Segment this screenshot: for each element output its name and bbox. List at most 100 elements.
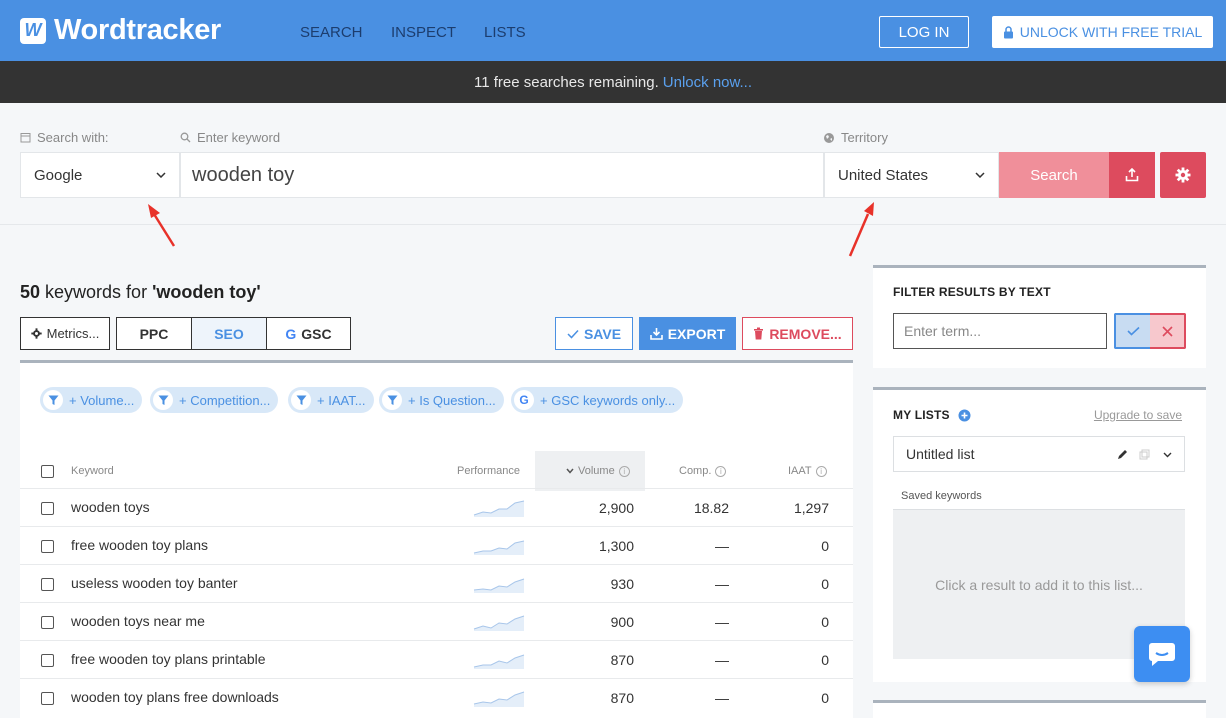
chat-widget-button[interactable] [1134, 626, 1190, 682]
sparkline [473, 615, 525, 631]
table-row[interactable]: free wooden toy plans 1,300 — 0 [20, 526, 853, 564]
google-icon: G [514, 390, 534, 410]
filter-panel: FILTER RESULTS BY TEXT Enter term... [873, 265, 1206, 368]
info-icon[interactable]: i [618, 465, 630, 477]
search-icon [180, 132, 191, 143]
share-button[interactable] [1109, 152, 1155, 198]
row-keyword[interactable]: useless wooden toy banter [71, 575, 238, 591]
row-iaat: 0 [821, 538, 829, 554]
export-button[interactable]: EXPORT [639, 317, 736, 350]
territory-select[interactable]: United States [824, 152, 999, 198]
row-keyword[interactable]: wooden toy plans free downloads [71, 689, 279, 705]
filter-chip-gsc[interactable]: G + GSC keywords only... [511, 387, 684, 413]
row-volume: 1,300 [598, 538, 634, 554]
unlock-now-link[interactable]: Unlock now... [663, 74, 752, 91]
row-iaat: 0 [821, 652, 829, 668]
filter-chip-volume[interactable]: + Volume... [40, 387, 143, 413]
results-heading: 50 keywords for 'wooden toy' [20, 282, 261, 302]
remove-button[interactable]: REMOVE... [742, 317, 853, 350]
filter-term-input[interactable]: Enter term... [893, 313, 1107, 349]
clear-filter-button[interactable] [1150, 313, 1186, 349]
lock-icon [1003, 25, 1013, 38]
nav-search[interactable]: SEARCH [300, 24, 363, 41]
metrics-button[interactable]: Metrics... [20, 317, 110, 350]
gear-icon [1175, 167, 1191, 183]
row-volume: 870 [610, 690, 634, 706]
calendar-icon [20, 133, 31, 143]
row-checkbox[interactable] [41, 502, 54, 515]
table-row[interactable]: useless wooden toy banter 930 — 0 [20, 564, 853, 602]
keyword-label: Enter keyword [180, 130, 280, 145]
col-keyword[interactable]: Keyword [71, 465, 114, 477]
col-comp[interactable]: Comp. i [679, 465, 727, 477]
filter-chip-is-question[interactable]: + Is Question... [379, 387, 504, 413]
filter-icon [291, 390, 311, 410]
sparkline [473, 540, 525, 555]
row-volume: 870 [610, 652, 634, 668]
nav-lists[interactable]: LISTS [484, 24, 526, 41]
sparkline [473, 500, 525, 517]
search-button[interactable]: Search [999, 152, 1109, 198]
row-volume: 2,900 [598, 500, 634, 516]
row-checkbox[interactable] [41, 540, 54, 553]
sort-down-icon [566, 468, 574, 474]
table-row[interactable]: wooden toys near me 900 — 0 [20, 602, 853, 640]
unlock-trial-button[interactable]: UNLOCK WITH FREE TRIAL [992, 16, 1213, 48]
select-all-checkbox[interactable] [41, 465, 54, 478]
tab-gsc[interactable]: G GSC [266, 317, 351, 350]
col-volume[interactable]: Volume i [566, 465, 630, 477]
annotation-arrow-engine [148, 204, 176, 247]
row-iaat: 0 [821, 614, 829, 630]
upgrade-link[interactable]: Upgrade to save [1094, 408, 1182, 422]
pencil-icon[interactable] [1117, 449, 1128, 460]
filter-icon [153, 390, 173, 410]
trash-icon [754, 327, 764, 340]
row-iaat: 1,297 [793, 500, 829, 516]
table-row[interactable]: free wooden toy plans printable 870 — 0 [20, 640, 853, 678]
row-keyword[interactable]: wooden toys near me [71, 613, 205, 629]
row-keyword[interactable]: wooden toys [71, 499, 150, 515]
list-select[interactable]: Untitled list [893, 436, 1185, 472]
results-table: + Volume... + Competition... + IAAT... +… [20, 360, 853, 718]
saved-keywords-label: Saved keywords [901, 490, 982, 502]
info-icon[interactable]: i [715, 465, 727, 477]
chevron-down-icon[interactable] [1163, 452, 1172, 458]
tab-ppc[interactable]: PPC [116, 317, 192, 350]
sparkline [473, 654, 525, 669]
row-comp: — [715, 576, 729, 592]
table-row[interactable]: wooden toy plans free downloads 870 — 0 [20, 678, 853, 716]
chevron-down-icon [156, 172, 166, 178]
logo[interactable]: W Wordtracker [20, 14, 221, 47]
row-comp: — [715, 614, 729, 630]
add-list-icon[interactable] [958, 409, 971, 422]
filter-chip-competition[interactable]: + Competition... [150, 387, 279, 413]
my-lists-title: MY LISTS [893, 408, 971, 422]
results-query: 'wooden toy' [152, 282, 261, 302]
row-keyword[interactable]: free wooden toy plans printable [71, 651, 266, 667]
engine-label: Search with: [20, 130, 109, 145]
apply-filter-button[interactable] [1114, 313, 1150, 349]
row-volume: 900 [610, 614, 634, 630]
nav-inspect[interactable]: INSPECT [391, 24, 456, 41]
globe-icon [824, 132, 834, 143]
login-button[interactable]: LOG IN [879, 16, 969, 48]
save-button[interactable]: SAVE [555, 317, 633, 350]
row-checkbox[interactable] [41, 616, 54, 629]
row-checkbox[interactable] [41, 578, 54, 591]
copy-icon[interactable] [1139, 449, 1150, 460]
tab-seo[interactable]: SEO [191, 317, 267, 350]
chevron-down-icon [975, 172, 985, 178]
filter-chip-iaat[interactable]: + IAAT... [288, 387, 374, 413]
sparkline [473, 691, 525, 707]
additional-panel [873, 700, 1206, 718]
row-checkbox[interactable] [41, 654, 54, 667]
col-iaat[interactable]: IAAT i [788, 465, 827, 477]
info-icon[interactable]: i [815, 465, 827, 477]
keyword-input[interactable]: wooden toy [180, 152, 824, 198]
table-row[interactable]: wooden toys 2,900 18.82 1,297 [20, 488, 853, 526]
row-keyword[interactable]: free wooden toy plans [71, 537, 208, 553]
row-comp: — [715, 652, 729, 668]
search-engine-select[interactable]: Google [20, 152, 180, 198]
row-checkbox[interactable] [41, 692, 54, 705]
settings-button[interactable] [1160, 152, 1206, 198]
